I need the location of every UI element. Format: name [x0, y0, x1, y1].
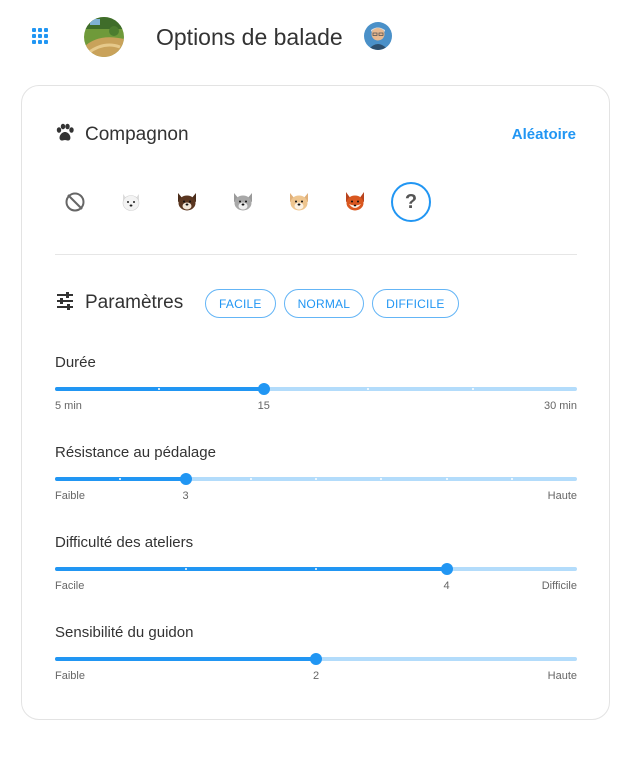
duration-slider[interactable] [55, 383, 577, 395]
pedal-resistance-tick [380, 478, 383, 480]
settings-header: Paramètres [55, 289, 183, 317]
duration-label: Durée [55, 354, 96, 371]
apps-grid-icon[interactable] [32, 28, 48, 44]
white-dog-icon[interactable] [111, 182, 151, 222]
duration-min-label: 5 min [55, 400, 82, 412]
companion-list: ? [55, 182, 585, 222]
pedal-resistance-thumb[interactable] [179, 473, 192, 485]
workshop-difficulty-tick [184, 568, 187, 570]
top-bar: Options de balade [0, 0, 633, 74]
duration-value-label: 15 [257, 400, 270, 412]
handlebar-sensitivity-min-label: Faible [55, 670, 85, 682]
preset-normal-chip[interactable]: NORMAL [283, 289, 365, 318]
pedal-resistance-tick [315, 478, 317, 480]
handlebar-sensitivity-slider-block: Sensibilité du guidon Faible 2 Haute [55, 624, 577, 684]
duration-thumb[interactable] [257, 383, 270, 395]
preset-hard-chip[interactable]: DIFFICILE [372, 289, 459, 318]
duration-tick [471, 388, 474, 390]
page-title: Options de balade [156, 24, 343, 50]
tune-icon [55, 291, 75, 316]
settings-title: Paramètres [85, 292, 184, 313]
workshop-difficulty-thumb[interactable] [440, 563, 453, 575]
user-avatar[interactable] [364, 22, 392, 50]
workshop-difficulty-label: Difficulté des ateliers [55, 534, 194, 551]
duration-max-label: 30 min [543, 400, 577, 412]
preset-easy-chip[interactable]: FACILE [205, 289, 276, 318]
companion-title: Compagnon [85, 124, 189, 145]
handlebar-sensitivity-max-label: Haute [547, 670, 577, 682]
fox-icon[interactable] [335, 182, 375, 222]
duration-tick [367, 388, 370, 390]
no-companion-icon[interactable] [55, 182, 95, 222]
pedal-resistance-tick [445, 478, 448, 480]
pedal-resistance-min-label: Faible [55, 490, 85, 502]
question-mark-icon[interactable]: ? [391, 182, 431, 222]
brown-dog-icon[interactable] [167, 182, 207, 222]
pedal-resistance-max-label: Haute [547, 490, 577, 502]
preset-chips: FACILE NORMAL DIFFICILE [205, 289, 459, 318]
handlebar-sensitivity-thumb[interactable] [310, 653, 322, 665]
pedal-resistance-label: Résistance au pédalage [55, 444, 216, 461]
shiba-dog-icon[interactable] [279, 182, 319, 222]
section-divider [55, 254, 577, 255]
walk-location-avatar [84, 17, 124, 57]
pedal-resistance-value-label: 3 [182, 490, 189, 502]
handlebar-sensitivity-slider[interactable] [55, 653, 577, 665]
workshop-difficulty-track-fill [55, 567, 447, 571]
pedal-resistance-tick [510, 478, 513, 480]
duration-slider-block: Durée 5 min 15 30 min [55, 354, 577, 414]
pedal-resistance-slider-block: Résistance au pédalage Faible 3 Haute [55, 444, 577, 504]
workshop-difficulty-max-label: Difficile [541, 580, 577, 592]
pedal-resistance-slider[interactable] [55, 473, 577, 485]
workshop-difficulty-value-label: 4 [443, 580, 450, 592]
workshop-difficulty-slider[interactable] [55, 563, 577, 575]
random-companion-link[interactable]: Aléatoire [512, 126, 576, 143]
workshop-difficulty-slider-block: Difficulté des ateliers Facile 4 Difficile [55, 534, 577, 594]
pedal-resistance-tick [249, 478, 252, 480]
handlebar-sensitivity-label: Sensibilité du guidon [55, 624, 194, 641]
workshop-difficulty-min-label: Facile [55, 580, 85, 592]
companion-header: Compagnon [55, 121, 189, 149]
walk-options-card: Compagnon Aléatoire ? Paramètres FACILE … [21, 85, 610, 720]
paw-icon [55, 123, 75, 148]
workshop-difficulty-tick [315, 568, 317, 570]
grey-dog-icon[interactable] [223, 182, 263, 222]
handlebar-sensitivity-value-label: 2 [312, 670, 320, 682]
handlebar-sensitivity-track-fill [55, 657, 316, 661]
